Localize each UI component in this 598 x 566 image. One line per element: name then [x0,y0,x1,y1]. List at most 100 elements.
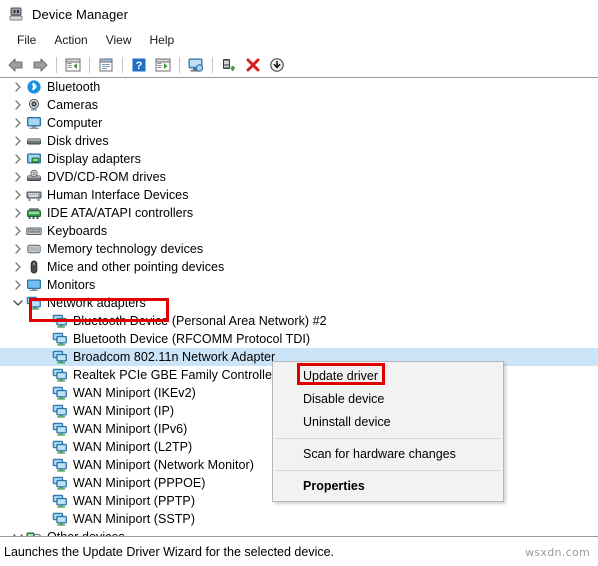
tree-item-label: WAN Miniport (PPPOE) [73,476,206,490]
ctx-update-driver[interactable]: Update driver [273,365,503,388]
tree-item-wan-miniport-sstp[interactable]: WAN Miniport (SSTP) [0,510,598,528]
chevron-right-icon[interactable] [10,223,26,239]
ctx-uninstall-device[interactable]: Uninstall device [273,411,503,434]
help-icon[interactable]: ? [127,54,151,76]
tree-item-keyboards[interactable]: Keyboards [0,222,598,240]
tree-item-monitors[interactable]: Monitors [0,276,598,294]
tree-item-label: WAN Miniport (Network Monitor) [73,458,254,472]
tree-item-label: Realtek PCIe GBE Family Controller [73,368,277,382]
chevron-right-icon[interactable] [10,151,26,167]
disk-drive-icon [26,133,42,149]
tree-item-label: WAN Miniport (SSTP) [73,512,196,526]
chevron-right-icon[interactable] [10,187,26,203]
tree-item-bluetooth[interactable]: Bluetooth [0,78,598,96]
tree-item-human-interface-devices[interactable]: Human Interface Devices [0,186,598,204]
tree-item-label: Network adapters [47,296,146,310]
chevron-right-icon[interactable] [10,115,26,131]
title-bar: Device Manager [0,0,598,28]
menu-action[interactable]: Action [45,31,96,49]
back-arrow-icon[interactable] [4,54,28,76]
network-adapter-icon [52,403,68,419]
chevron-right-icon[interactable] [10,169,26,185]
memory-device-icon [26,241,42,257]
dvd-drive-icon [26,169,42,185]
tree-item-network-adapters[interactable]: Network adapters [0,294,598,312]
tree-item-memory-technology-devices[interactable]: Memory technology devices [0,240,598,258]
network-adapter-icon [52,367,68,383]
status-text: Launches the Update Driver Wizard for th… [4,544,335,559]
disable-device-icon[interactable] [265,54,289,76]
chevron-right-icon[interactable] [10,79,26,95]
tree-item-label: WAN Miniport (IKEv2) [73,386,196,400]
menu-file[interactable]: File [8,31,45,49]
tree-item-ide-ata-atapi-controllers[interactable]: IDE ATA/ATAPI controllers [0,204,598,222]
scan-for-hardware-changes-icon[interactable] [184,54,208,76]
chevron-right-icon[interactable] [10,277,26,293]
window-title: Device Manager [32,6,129,22]
chevron-down-icon[interactable] [10,295,26,311]
tree-item-dvd-cd-rom-drives[interactable]: DVD/CD-ROM drives [0,168,598,186]
update-driver-icon[interactable] [217,54,241,76]
tree-item-cameras[interactable]: Cameras [0,96,598,114]
chevron-right-icon[interactable] [10,259,26,275]
properties-icon[interactable] [94,54,118,76]
network-adapter-icon [52,421,68,437]
network-adapter-icon [52,493,68,509]
tree-item-label: DVD/CD-ROM drives [47,170,166,184]
computer-icon [26,115,42,131]
uninstall-device-icon[interactable] [241,54,265,76]
tree-item-label: Bluetooth [47,80,101,94]
tree-item-computer[interactable]: Computer [0,114,598,132]
tree-item-disk-drives[interactable]: Disk drives [0,132,598,150]
chevron-down-icon[interactable] [10,529,26,536]
tree-item-label: Other devices [47,528,125,536]
tree-item-mice-and-other-pointing-devices[interactable]: Mice and other pointing devices [0,258,598,276]
ctx-disable-device[interactable]: Disable device [273,388,503,411]
menu-bar: File Action View Help [0,28,598,52]
forward-arrow-icon[interactable] [28,54,52,76]
show-hide-console-tree-icon[interactable] [61,54,85,76]
svg-text:?: ? [136,60,143,72]
context-menu[interactable]: Update driver Disable device Uninstall dev… [272,361,504,502]
network-adapter-icon [52,475,68,491]
chevron-right-icon[interactable] [10,133,26,149]
ctx-properties[interactable]: Properties [273,475,503,498]
toolbar-separator [212,56,213,73]
ctx-scan-hardware[interactable]: Scan for hardware changes [273,443,503,466]
chevron-right-icon[interactable] [10,205,26,221]
tree-item-bluetooth-device-personal-area-network-2[interactable]: Bluetooth Device (Personal Area Network)… [0,312,598,330]
menu-help[interactable]: Help [141,31,184,49]
hid-icon [26,187,42,203]
tree-item-other-devices[interactable]: ? Other devices [0,528,598,536]
tree-item-display-adapters[interactable]: Display adapters [0,150,598,168]
tree-item-label: IDE ATA/ATAPI controllers [47,206,194,220]
show-hide-action-pane-icon[interactable] [151,54,175,76]
ide-controller-icon [26,205,42,221]
tree-item-bluetooth-device-rfcomm-protocol-tdi[interactable]: Bluetooth Device (RFCOMM Protocol TDI) [0,330,598,348]
tree-item-label: Bluetooth Device (Personal Area Network)… [73,314,327,328]
monitor-icon [26,277,42,293]
tree-item-label: Broadcom 802.11n Network Adapter [73,350,276,364]
network-adapter-icon [52,313,68,329]
tree-item-label: Mice and other pointing devices [47,260,225,274]
network-adapter-icon [52,439,68,455]
menu-view[interactable]: View [97,31,141,49]
device-manager-icon [8,6,24,22]
chevron-right-icon[interactable] [10,241,26,257]
camera-icon [26,97,42,113]
chevron-right-icon[interactable] [10,97,26,113]
network-adapter-icon [52,511,68,527]
network-adapter-icon [52,349,68,365]
